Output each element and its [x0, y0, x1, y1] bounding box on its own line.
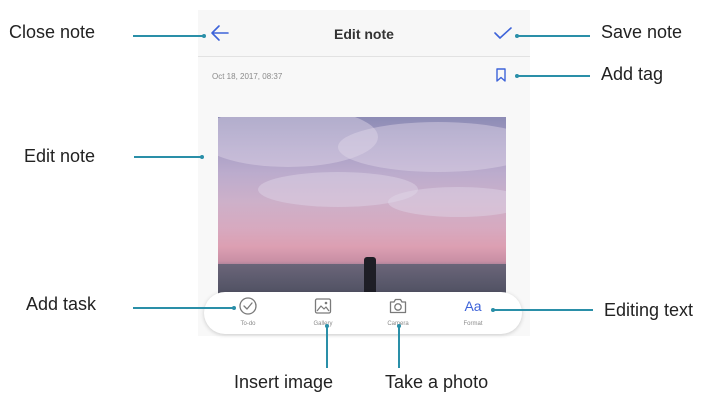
- callout-dot: [232, 306, 236, 310]
- note-datetime: Oct 18, 2017, 08:37: [212, 72, 283, 81]
- callout-add-task: Add task: [26, 294, 97, 314]
- callout-line: [133, 307, 233, 309]
- camera-icon: [389, 298, 407, 314]
- format-label: Format: [463, 321, 483, 327]
- callout-line: [398, 326, 400, 368]
- callout-line: [517, 35, 590, 37]
- callout-line: [326, 326, 328, 368]
- callout-save-note: Save note: [601, 22, 683, 42]
- bookmark-icon[interactable]: [494, 67, 508, 83]
- callout-insert-image: Insert image: [234, 372, 334, 392]
- callout-line: [134, 156, 202, 158]
- callout-add-tag: Add tag: [601, 64, 664, 84]
- callout-line: [493, 309, 593, 311]
- callout-dot: [397, 324, 401, 328]
- note-editor-screen: Edit note Oct 18, 2017, 08:37 To-do Gall…: [198, 10, 530, 336]
- callout-dot: [200, 155, 204, 159]
- callout-line: [133, 35, 203, 37]
- check-icon[interactable]: [493, 26, 513, 40]
- gallery-label: Gallery: [313, 321, 333, 327]
- callout-take-photo: Take a photo: [385, 372, 489, 392]
- callout-dot: [515, 74, 519, 78]
- callout-dot: [202, 34, 206, 38]
- callout-edit-note: Edit note: [24, 146, 96, 166]
- text-format-icon: Aa: [464, 298, 482, 314]
- image-icon: [314, 298, 332, 314]
- callout-dot: [325, 324, 329, 328]
- photo-cloud: [338, 122, 506, 172]
- photo-cloud: [388, 187, 506, 217]
- todo-button[interactable]: To-do: [228, 292, 268, 334]
- bottom-toolbar: To-do Gallery Camera Aa Format: [204, 292, 522, 334]
- top-bar: Edit note: [198, 10, 530, 57]
- todo-label: To-do: [240, 321, 256, 327]
- callout-editing-text: Editing text: [604, 300, 694, 320]
- callout-dot: [491, 308, 495, 312]
- format-button[interactable]: Aa Format: [453, 292, 493, 334]
- callout-dot: [515, 34, 519, 38]
- callout-line: [517, 75, 590, 77]
- note-image[interactable]: [218, 117, 506, 320]
- gallery-button[interactable]: Gallery: [303, 292, 343, 334]
- check-circle-icon: [239, 297, 257, 315]
- page-title: Edit note: [334, 26, 394, 42]
- callout-close-note: Close note: [9, 22, 96, 42]
